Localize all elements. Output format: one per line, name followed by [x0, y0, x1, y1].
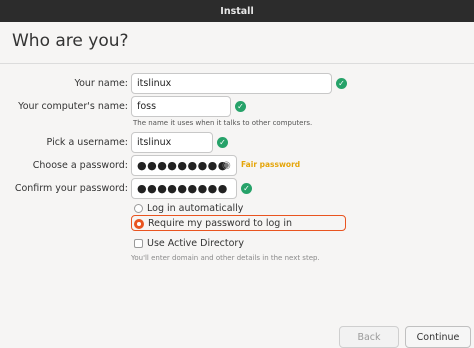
name-value: itslinux — [137, 78, 172, 89]
name-field[interactable]: itslinux — [131, 73, 332, 94]
require-password-option[interactable]: Require my password to log in — [134, 218, 292, 229]
confirm-password-field[interactable]: ●●●●●●●●● — [131, 178, 237, 199]
radio-unselected[interactable] — [134, 204, 143, 213]
username-field[interactable]: itslinux — [131, 132, 213, 153]
password-value: ●●●●●●●●● — [137, 159, 228, 172]
active-directory-option[interactable]: Use Active Directory — [134, 238, 244, 249]
active-directory-label: Use Active Directory — [147, 238, 244, 249]
computer-name-hint: The name it uses when it talks to other … — [133, 119, 313, 127]
header-divider — [0, 63, 474, 64]
page-title: Who are you? — [12, 31, 129, 51]
eye-icon[interactable]: ◉ — [222, 160, 232, 171]
password-strength: Fair password — [241, 160, 301, 169]
username-value: itslinux — [137, 137, 172, 148]
confirm-password-label: Confirm your password: — [14, 183, 128, 194]
computer-name-value: foss — [137, 101, 157, 112]
window-title: Install — [220, 5, 254, 17]
auto-login-label: Log in automatically — [147, 203, 244, 214]
confirm-password-value: ●●●●●●●●● — [137, 182, 228, 195]
password-label: Choose a password: — [32, 160, 128, 171]
auto-login-option[interactable]: Log in automatically — [134, 203, 243, 214]
name-label: Your name: — [74, 78, 128, 89]
radio-selected[interactable] — [134, 218, 144, 229]
active-directory-note: You'll enter domain and other details in… — [131, 254, 320, 262]
continue-button[interactable]: Continue — [405, 326, 471, 348]
check-circle-icon: ✓ — [241, 183, 252, 194]
username-label: Pick a username: — [46, 137, 128, 148]
back-button[interactable]: Back — [339, 326, 399, 348]
active-directory-checkbox[interactable] — [134, 239, 143, 248]
computer-name-field[interactable]: foss — [131, 96, 231, 117]
computer-name-label: Your computer's name: — [18, 101, 128, 112]
check-circle-icon: ✓ — [336, 78, 347, 89]
check-circle-icon: ✓ — [235, 101, 246, 112]
password-field[interactable]: ●●●●●●●●● ◉ — [131, 155, 237, 176]
check-circle-icon: ✓ — [217, 137, 228, 148]
window-titlebar: Install — [0, 0, 474, 22]
require-password-label: Require my password to log in — [148, 218, 293, 229]
